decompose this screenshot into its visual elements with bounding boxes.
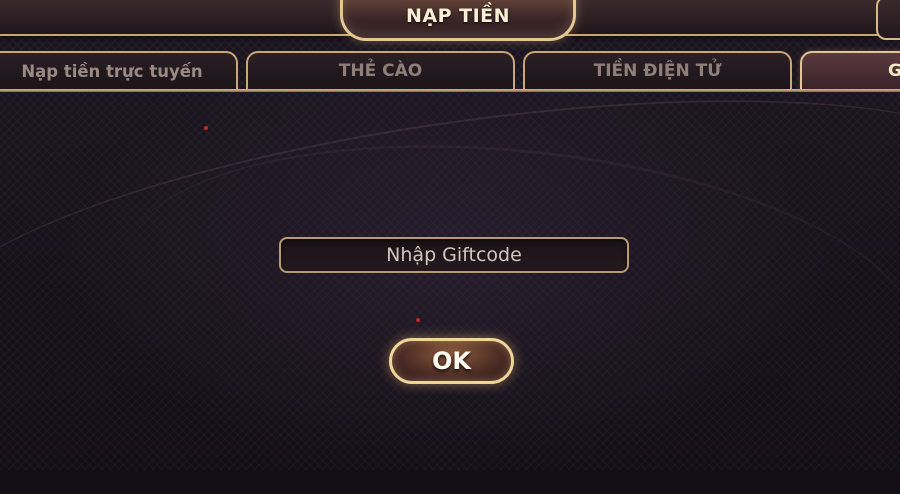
ok-button[interactable]: OK — [389, 338, 514, 384]
title-plate: NẠP TIỀN — [340, 0, 576, 41]
decorative-dot — [416, 318, 420, 322]
tab-online-deposit[interactable]: Nạp tiền trực tuyến — [0, 51, 238, 89]
tab-giftcode[interactable]: G — [800, 51, 900, 89]
tab-label: TIỀN ĐIỆN TỬ — [593, 61, 722, 81]
header-corner-ornament — [876, 0, 900, 40]
decorative-dot — [204, 126, 208, 130]
tab-label: THẺ CÀO — [338, 61, 423, 81]
giftcode-input[interactable] — [279, 237, 629, 273]
page-title: NẠP TIỀN — [405, 5, 511, 27]
tab-e-wallet[interactable]: TIỀN ĐIỆN TỬ — [523, 51, 792, 89]
tab-underline-divider — [0, 89, 900, 92]
tab-scratch-card[interactable]: THẺ CÀO — [246, 51, 515, 89]
tab-label: Nạp tiền trực tuyến — [21, 61, 203, 81]
tab-label: G — [888, 61, 900, 81]
ok-button-label: OK — [432, 347, 471, 375]
tab-bar: Nạp tiền trực tuyến THẺ CÀO TIỀN ĐIỆN TỬ… — [0, 51, 900, 91]
